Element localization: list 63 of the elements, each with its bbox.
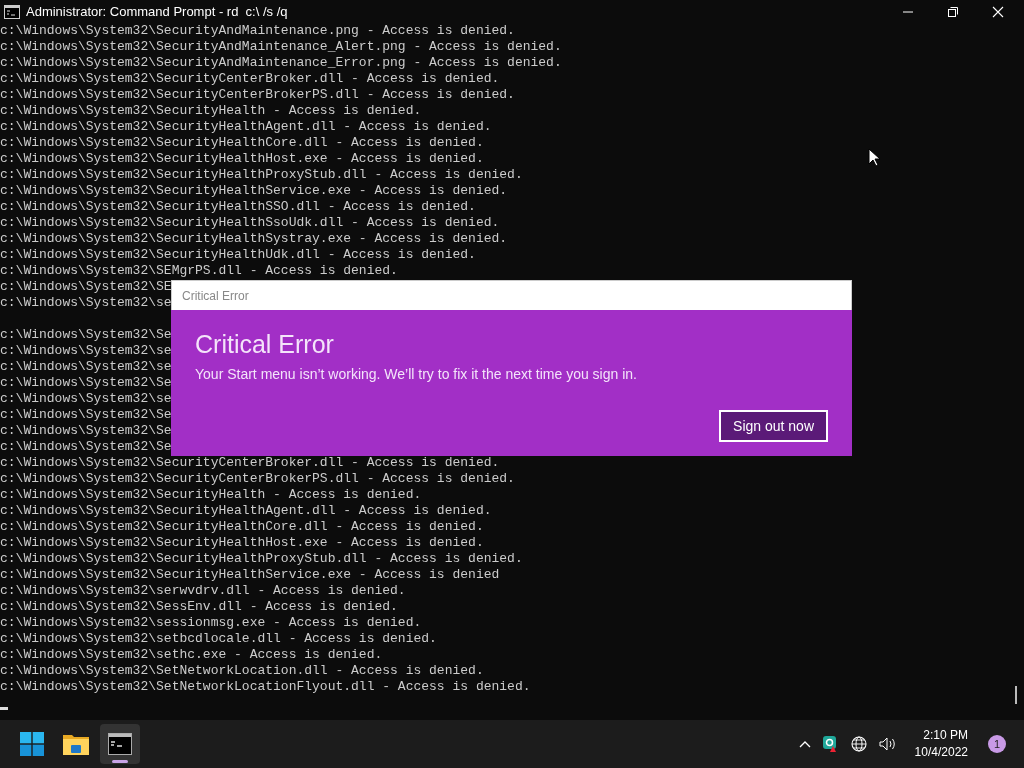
console-line: c:\Windows\System32\se xyxy=(0,295,172,311)
console-line: c:\Windows\System32\se xyxy=(0,343,172,359)
speaker-icon[interactable] xyxy=(878,737,897,751)
scrollbar-thumb[interactable] xyxy=(1015,686,1017,704)
folder-icon xyxy=(63,733,89,755)
console-line: c:\Windows\System32\SecurityHealthCore.dll - Access is denied. xyxy=(0,519,484,535)
command-prompt-icon xyxy=(4,4,20,19)
console-line: c:\Windows\System32\SEMgrPS.dll - Access is denied. xyxy=(0,263,398,279)
console-line: c:\Windows\System32\SecurityHealthService.exe - Access is denied xyxy=(0,567,500,583)
console-line: c:\Windows\System32\SecurityAndMaintenance_Alert.png - Access is denied. xyxy=(0,39,562,55)
console-line: c:\Windows\System32\SecurityCenterBroker.dll - Access is denied. xyxy=(0,455,500,471)
console-line: c:\Windows\System32\Se xyxy=(0,423,172,439)
console-line: c:\Windows\System32\SecurityHealthProxyStub.dll - Access is denied. xyxy=(0,167,523,183)
console-line: c:\Windows\System32\SecurityHealthAgent.dll - Access is denied. xyxy=(0,119,492,135)
window-title: Administrator: Command Prompt - rd c:\ /s /q xyxy=(26,4,288,19)
chevron-up-icon[interactable] xyxy=(798,740,811,748)
sign-out-button[interactable]: Sign out now xyxy=(719,410,828,442)
console-line: c:\Windows\System32\serwvdrv.dll - Access is denied. xyxy=(0,583,406,599)
dialog-message: Your Start menu isn’t working. We’ll try to fix it the next time you sign in. xyxy=(195,366,638,382)
console-line: c:\Windows\System32\Se xyxy=(0,327,172,343)
console-line: c:\Windows\System32\SecurityHealthCore.dll - Access is denied. xyxy=(0,135,484,151)
clock-date[interactable]: 10/4/2022 xyxy=(914,744,968,761)
console-line: c:\Windows\System32\SecurityCenterBroker.dll - Access is denied. xyxy=(0,71,500,87)
console-line: c:\Windows\System32\sethc.exe - Access is denied. xyxy=(0,647,383,663)
console-line: c:\Windows\System32\SecurityHealthProxyStub.dll - Access is denied. xyxy=(0,551,523,567)
console-line: c:\Windows\System32\SecurityHealth - Access is denied. xyxy=(0,103,422,119)
console-line: c:\Windows\System32\Se xyxy=(0,439,172,455)
console-line: c:\Windows\System32\Se xyxy=(0,375,172,391)
console-line: c:\Windows\System32\SecurityHealthAgent.dll - Access is denied. xyxy=(0,503,492,519)
console-line: c:\Windows\System32\SecurityAndMaintenance_Error.png - Access is denied. xyxy=(0,55,562,71)
console-line: c:\Windows\System32\SecurityHealthUdk.dll - Access is denied. xyxy=(0,247,476,263)
command-prompt-icon xyxy=(108,733,132,755)
console-line: c:\Windows\System32\SecurityAndMaintenance.png - Access is denied. xyxy=(0,23,515,39)
console-line: c:\Windows\System32\SecurityHealthService.exe - Access is denied. xyxy=(0,183,508,199)
windows-logo-icon xyxy=(20,732,44,756)
console-line: c:\Windows\System32\SecurityHealthSystray.exe - Access is denied. xyxy=(0,231,508,247)
mouse-pointer-icon xyxy=(868,148,880,167)
dialog-title: Critical Error xyxy=(182,288,249,303)
console-line: c:\Windows\System32\SecurityCenterBrokerPS.dll - Access is denied. xyxy=(0,471,515,487)
console-line: c:\Windows\System32\SetNetworkLocationFlyout.dll - Access is denied. xyxy=(0,679,531,695)
console-line: c:\Windows\System32\SetNetworkLocation.dll - Access is denied. xyxy=(0,663,484,679)
console-line: c:\Windows\System32\Se xyxy=(0,407,172,423)
console-line: c:\Windows\System32\SecurityHealthHost.exe - Access is denied. xyxy=(0,151,484,167)
dialog-heading: Critical Error xyxy=(195,329,335,360)
close-icon[interactable] xyxy=(992,5,1004,18)
security-app-icon[interactable] xyxy=(822,736,839,752)
console-line: c:\Windows\System32\setbcdlocale.dll - Access is denied. xyxy=(0,631,437,647)
console-line: c:\Windows\System32\SecurityCenterBrokerPS.dll - Access is denied. xyxy=(0,87,515,103)
maximize-icon[interactable] xyxy=(947,5,959,18)
clock-time[interactable]: 2:10 PM xyxy=(923,727,968,744)
globe-icon[interactable] xyxy=(850,736,867,752)
text-cursor xyxy=(0,707,8,710)
taskbar-app[interactable] xyxy=(100,724,140,764)
console-line: c:\Windows\System32\se xyxy=(0,391,172,407)
console-line: c:\Windows\System32\SE xyxy=(0,279,172,295)
console-line: c:\Windows\System32\se xyxy=(0,359,172,375)
console-line: c:\Windows\System32\SecurityHealth - Access is denied. xyxy=(0,487,422,503)
console-line: c:\Windows\System32\SecurityHealthSsoUdk.dll - Access is denied. xyxy=(0,215,500,231)
console-line: c:\Windows\System32\sessionmsg.exe - Access is denied. xyxy=(0,615,422,631)
console-line: c:\Windows\System32\SessEnv.dll - Access is denied. xyxy=(0,599,398,615)
notification-badge[interactable]: 1 xyxy=(988,735,1006,753)
console-line: c:\Windows\System32\SecurityHealthHost.exe - Access is denied. xyxy=(0,535,484,551)
console-line: c:\Windows\System32\SecurityHealthSSO.dll - Access is denied. xyxy=(0,199,476,215)
